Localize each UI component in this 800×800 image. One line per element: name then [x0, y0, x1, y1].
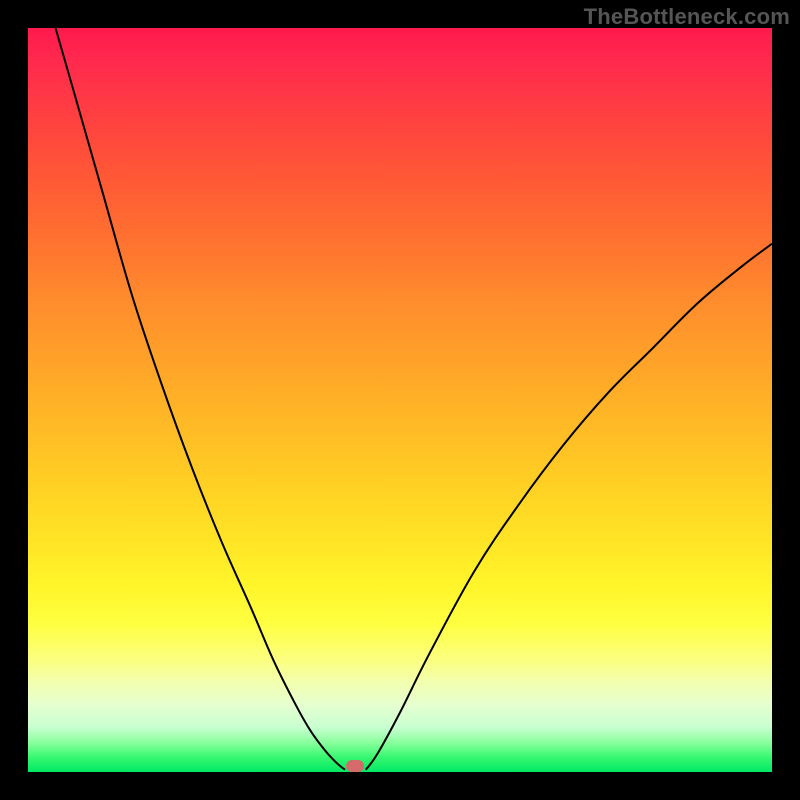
curve-left [56, 28, 345, 770]
optimum-marker [346, 760, 364, 772]
curve-right [366, 244, 772, 770]
plot-area [28, 28, 772, 772]
bottleneck-curve [28, 28, 772, 772]
chart-frame: TheBottleneck.com [0, 0, 800, 800]
watermark-text: TheBottleneck.com [584, 4, 790, 30]
